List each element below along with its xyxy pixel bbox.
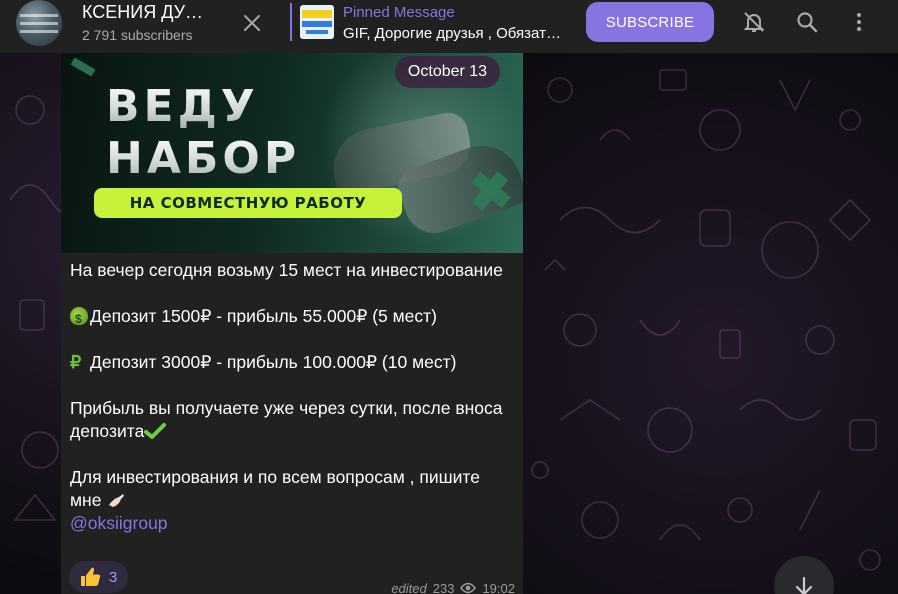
pinned-thumbnail (300, 5, 334, 39)
text-paragraph-4: Прибыль вы получаете уже через сутки, по… (70, 398, 503, 441)
banner-line2: НАБОР (106, 133, 301, 184)
channel-info[interactable]: КСЕНИЯ ДУ… 2 791 subscribers (82, 2, 222, 43)
thumbs-up-reaction[interactable]: 3 (69, 561, 128, 593)
post-time: 19:02 (482, 580, 515, 594)
channel-title: КСЕНИЯ ДУ… (82, 2, 204, 22)
close-icon[interactable] (238, 9, 266, 37)
more-vertical-icon[interactable] (846, 9, 872, 35)
username-link[interactable]: @oksiigroup (70, 513, 168, 533)
thumbs-up-icon (81, 567, 101, 586)
view-count: 233 (432, 580, 455, 594)
search-icon[interactable] (794, 9, 820, 35)
text-paragraph-3: ₽ Депозит 3000₽ - прибыль 100.000₽ (10 ме… (70, 352, 457, 372)
check-mark-icon (144, 423, 167, 439)
writing-hand-icon (109, 494, 125, 507)
pinned-text: GIF, Дорогие друзья , Обязат… (343, 25, 561, 42)
arrow-down-icon (795, 576, 813, 594)
edited-label: edited (391, 580, 427, 594)
pinned-label: Pinned Message (343, 4, 455, 21)
text-paragraph-2: Депозит 1500₽ - прибыль 55.000₽ (5 мест) (70, 305, 515, 331)
eye-icon (460, 582, 477, 594)
channel-post: ВЕДУ НАБОР НА СОВМЕСТНУЮ РАБОТУ На вечер… (61, 53, 523, 594)
pinned-message[interactable]: Pinned Message GIF, Дорогие друзья , Обя… (290, 3, 565, 42)
post-text: На вечер сегодня возьму 15 мест на инвес… (70, 259, 515, 535)
banner-line1: ВЕДУ (106, 81, 259, 132)
subscribe-button[interactable]: SUBSCRIBE (586, 2, 714, 42)
money-bag-icon (70, 307, 88, 331)
banner-pill: НА СОВМЕСТНУЮ РАБОТУ (94, 188, 402, 218)
channel-header: КСЕНИЯ ДУ… 2 791 subscribers Pinned Mess… (0, 0, 898, 53)
ruble-icon: ₽ (70, 352, 82, 372)
mute-bell-icon[interactable] (741, 9, 767, 35)
text-paragraph-5: Для инвестирования и по всем вопросам , … (70, 467, 480, 510)
post-meta: edited 233 19:02 (391, 580, 515, 594)
channel-avatar[interactable] (16, 0, 62, 46)
subscriber-count: 2 791 subscribers (82, 27, 193, 43)
reaction-count: 3 (109, 568, 118, 586)
text-paragraph-1: На вечер сегодня возьму 15 мест на инвес… (70, 260, 503, 280)
date-badge: October 13 (395, 56, 500, 88)
